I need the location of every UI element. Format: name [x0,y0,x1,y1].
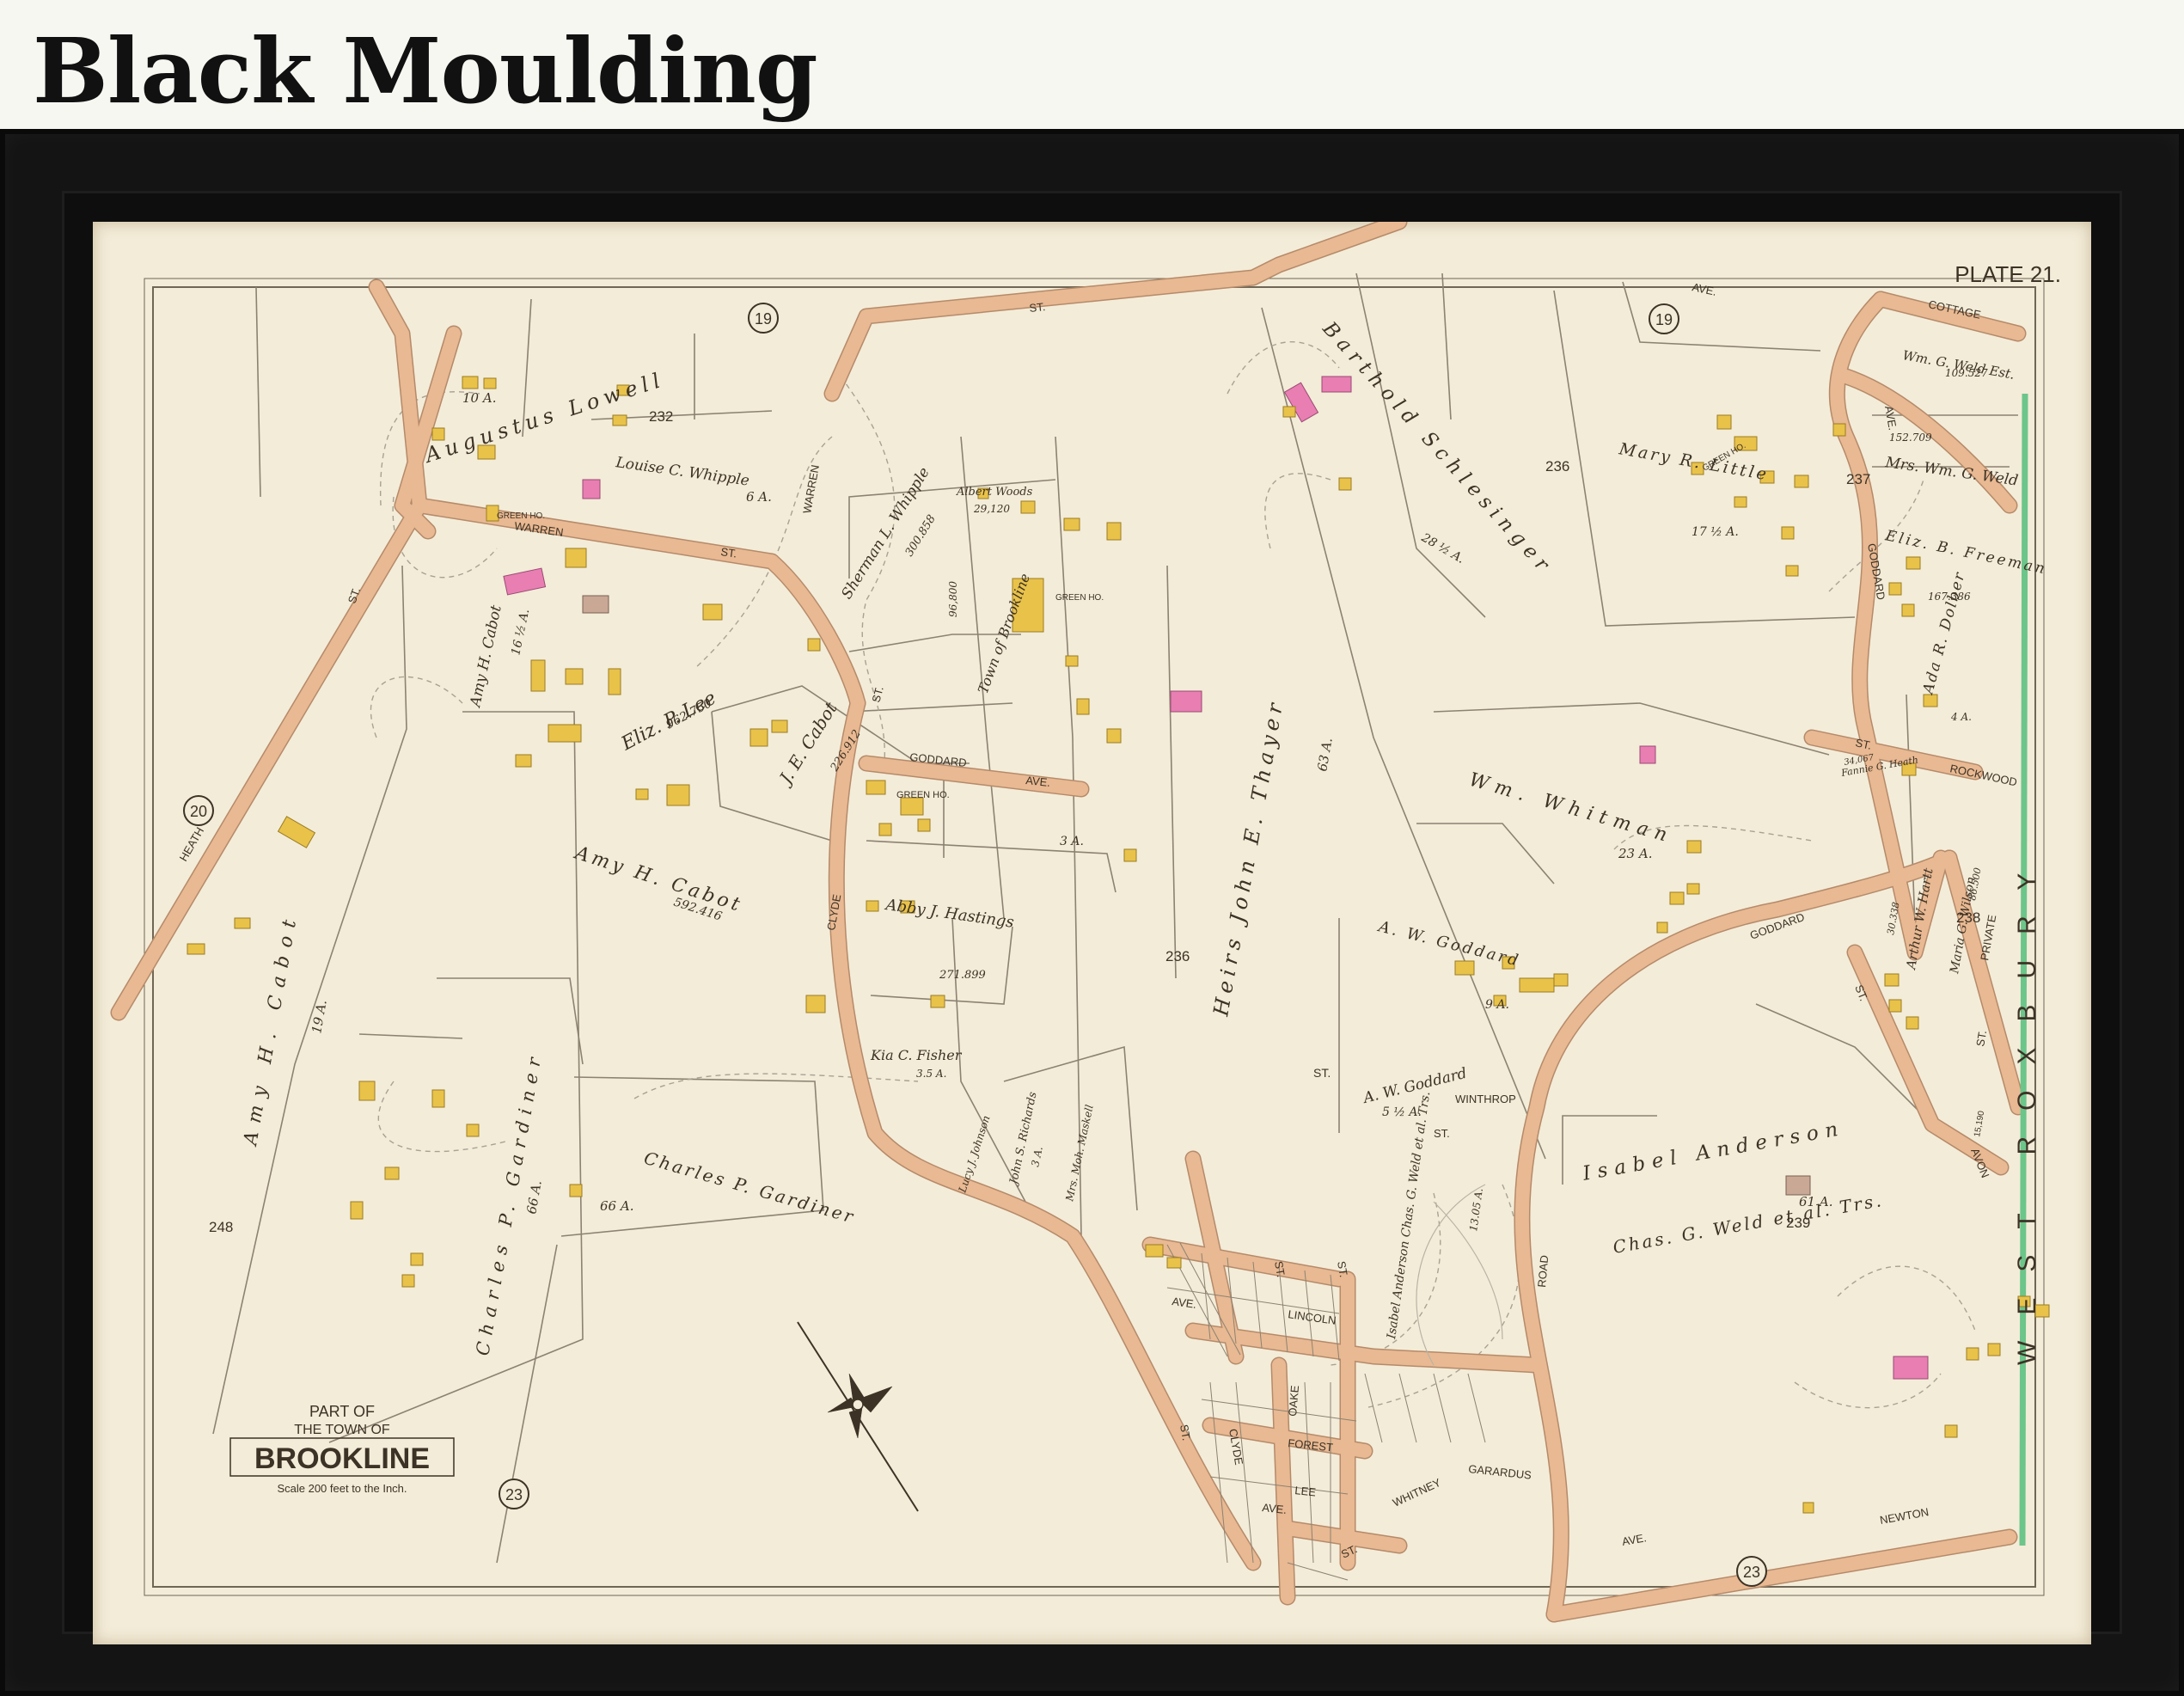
street-label: ST. [1973,1029,1989,1047]
street-label: ROAD [1535,1255,1551,1289]
owner-name: John S. Richards [1007,1091,1040,1188]
owner-area: 17 ½ A. [1692,525,1739,539]
area-label: 15,190 [1973,1110,1986,1137]
greenhouse-label: GREEN HO. [1055,593,1104,603]
owner-name: Mrs. Wm. G. Weld [1883,454,2019,490]
greenhouse-label: GREEN HO. [896,790,950,800]
street-label: ST. [720,545,738,560]
owner-area: 86.500 [1967,866,1983,901]
street-label: LINCOLN [1288,1307,1337,1327]
owner-area: 4 A. [1950,711,1972,723]
owner-area: 16 ½ A. [509,608,532,657]
owner-area: 6 A. [746,489,772,505]
street-label: WARREN [800,463,822,514]
owner-name: Albert Woods [956,486,1033,499]
street-label: GARARDUS [1468,1462,1532,1482]
owner-area: 300.858 [903,513,939,560]
owner-name: Chas. G. Weld et al. Trs. [1612,1190,1885,1258]
street-label: AVE. [1025,774,1051,789]
map-canvas: 19 19 20 23 23 PLATE 21. PART OF THE TOW… [110,222,2061,1623]
owner-labels: Augustus Lowell 10 A. Louise C. Whipple … [240,317,2049,1357]
street-label: AVE. [1621,1531,1648,1548]
owner-name: Louise C. Whipple [614,454,750,490]
street-label: PRIVATE [1978,914,1998,962]
owner-name: Ada R. Dolber [1919,569,1969,697]
plate-number: PLATE 21. [1955,261,2061,287]
owner-name: A. W. Goddard [1360,1065,1468,1108]
compass-rose [797,1321,919,1512]
pencil-annotations [1416,1184,1503,1366]
owner-area: 23 A. [1618,846,1652,861]
owner-name: Wm. Whitman [1466,769,1676,848]
owner-name: Isabel Anderson [1581,1117,1847,1185]
owner-name: A. W. Goddard [1375,917,1522,970]
sheet-ref: 23 [505,1486,523,1503]
owner-name: Heirs John E. Thayer [1208,696,1288,1019]
street-label: AVE. [1262,1501,1288,1516]
owner-area: 10 A. [462,390,496,406]
owner-area: 109.527 [1945,367,1988,379]
owner-area: 152.709 [1889,432,1932,444]
sheet-ref: 20 [190,803,207,820]
owner-area: 66 A. [600,1198,633,1214]
owner-name: J. E. Cabot [774,698,841,790]
owner-area: 66 A. [523,1179,545,1215]
owner-name: Charles P. Gardiner [642,1148,858,1228]
framed-map: 19 19 20 23 23 PLATE 21. PART OF THE TOW… [93,222,2091,1644]
lot-number: 236 [1165,948,1190,964]
owner-area: 9 A. [1485,998,1509,1012]
owner-area: 19 A. [309,999,330,1035]
cartouche-line2: THE TOWN OF [294,1423,390,1437]
street-label: ST. [1434,1127,1450,1140]
street-label: WINTHROP [1455,1093,1516,1105]
map-cartouche: PART OF THE TOWN OF BROOKLINE Scale 200 … [229,1403,455,1495]
sheet-ref: 19 [755,310,772,328]
sheet-ref: 19 [1655,311,1673,328]
street-label: LEE [1294,1484,1317,1499]
header-title: Black Moulding [33,18,818,124]
street-label: ST. [1313,1066,1331,1080]
owner-name: Abby J. Hastings [883,896,1015,932]
roads [110,222,2027,1623]
owner-area: 29,120 [973,503,1010,515]
west-roxbury-label: WEST ROXBURY [2013,848,2041,1365]
owner-area: 28 ½ A. [1418,530,1466,566]
street-label: OAKE [1286,1385,1301,1417]
lot-number: 236 [1545,458,1569,475]
area-label: 3 A. [1060,835,1084,848]
sheet-ref: 23 [1743,1564,1760,1581]
lot-number: 232 [649,408,673,425]
greenhouse-label: GREEN HO. [497,511,545,521]
lot-number: 248 [209,1219,233,1235]
street-label: ROCKWOOD [1948,762,2018,788]
street-label: AVE. [1172,1295,1197,1311]
owner-area: 3.5 A. [916,1068,946,1080]
owner-area: 271.899 [939,969,986,982]
owner-area: 3 A. [1029,1145,1045,1167]
cartouche-line1: PART OF [309,1403,375,1420]
cartouche-scale: Scale 200 feet to the Inch. [277,1482,407,1495]
owner-name: Kia C. Fisher [870,1047,963,1063]
owner-name: Amy H. Cabot [467,603,505,710]
lot-number: 237 [1846,471,1870,487]
street-label: ST. [1029,300,1046,315]
owner-name: Town of Brookline [975,572,1033,696]
owner-name: Isabel Anderson Chas. G. Weld et al. Trs… [1385,1091,1433,1341]
cartouche-line3: BROOKLINE [254,1442,430,1475]
street-label: WHITNEY [1391,1476,1443,1509]
owner-area: 63 A. [1314,737,1336,773]
street-label: AVE. [1691,280,1717,298]
owner-area: 96,800 [947,581,959,617]
street-label: NEWTON [1879,1505,1930,1527]
buildings [187,376,2050,1514]
owner-name: Amy H. Cabot [571,842,745,916]
owner-name: Amy H. Cabot [240,909,303,1148]
